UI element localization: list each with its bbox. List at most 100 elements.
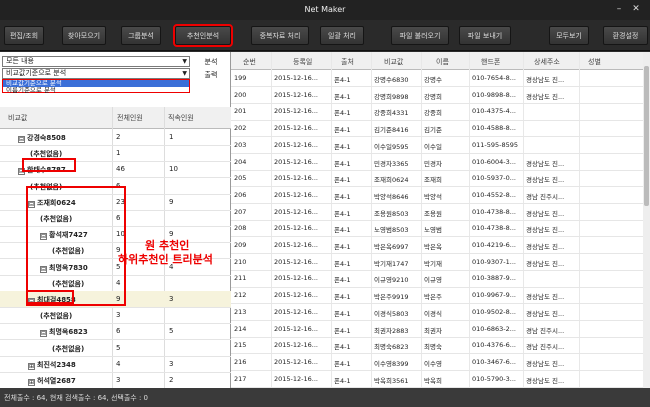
table-row[interactable]: 214 2015-12-16... 폰4-1 최권자2883 최권자 010-6863-2… bbox=[231, 321, 643, 338]
file-export-button[interactable]: 파일 보내기 bbox=[459, 26, 511, 45]
scroll-thumb[interactable] bbox=[644, 66, 649, 206]
chevron-down-icon: ▼ bbox=[182, 70, 187, 77]
cell-name: 강명수 bbox=[424, 76, 442, 84]
grid-col-gender[interactable]: 성별 bbox=[588, 57, 601, 67]
print-button[interactable]: 출력 bbox=[193, 69, 229, 81]
grid-col-address[interactable]: 상세주소 bbox=[534, 57, 560, 67]
tree-total-count: 46 bbox=[116, 165, 125, 174]
table-row[interactable]: 216 2015-12-16... 폰4-1 이수영8399 이수영 010-3467-6… bbox=[231, 354, 643, 372]
file-import-button[interactable]: 파일 불러오기 bbox=[391, 26, 449, 45]
dropdown-option-name[interactable]: 이름기준으로 분석 bbox=[3, 87, 189, 94]
table-row[interactable]: 211 2015-12-16... 폰4-1 이규영9210 이규영 010-3887-9… bbox=[231, 270, 643, 288]
duplicate-process-button[interactable]: 중복자료 처리 bbox=[251, 26, 309, 45]
cell-seq: 212 bbox=[234, 291, 247, 300]
tree-node-text: 허석열2687 bbox=[37, 377, 76, 385]
tree-col-direct[interactable]: 직속인원 bbox=[168, 113, 194, 123]
table-row[interactable]: 215 2015-12-16... 폰4-1 최명숙6823 최명숙 010-4376-6… bbox=[231, 337, 643, 355]
highlight-root-referrer bbox=[22, 158, 76, 172]
table-row[interactable]: 210 2015-12-16... 폰4-1 박기재1747 박기재 010-9307-1… bbox=[231, 254, 643, 271]
collapse-icon[interactable]: ⊟ bbox=[40, 330, 47, 338]
tree-node-label: ⊟ 강경숙8508 bbox=[18, 133, 66, 143]
table-row[interactable]: 207 2015-12-16... 폰4-1 조용원8503 조용원 010-4738-8… bbox=[231, 204, 643, 221]
group-analysis-button[interactable]: 그룹분석 bbox=[121, 26, 161, 45]
grid-col-phone[interactable]: 핸드폰 bbox=[481, 57, 500, 67]
cell-name: 이경식 bbox=[424, 309, 442, 318]
cell-name: 강명희 bbox=[424, 92, 442, 101]
highlight-sub-referrer bbox=[26, 290, 74, 304]
cell-name: 최권자 bbox=[424, 326, 442, 335]
close-icon[interactable]: ✕ bbox=[629, 3, 643, 16]
cell-seq: 202 bbox=[234, 124, 247, 133]
grid-col-seq[interactable]: 순번 bbox=[243, 57, 256, 67]
grid-header: 순번 등록일 출처 비교값 이름 핸드폰 상세주소 성별 bbox=[231, 52, 650, 70]
cell-phone: 010-9307-1... bbox=[472, 257, 516, 266]
status-text: 전체출수 : 64, 현재 검색출수 : 64, 선택출수 : 0 bbox=[4, 394, 148, 402]
cell-name: 강중희 bbox=[424, 109, 442, 118]
cell-compare: 박은주9919 bbox=[374, 293, 409, 302]
collapse-icon[interactable]: ⊟ bbox=[18, 136, 25, 143]
cell-date: 2015-12-16... bbox=[274, 257, 318, 266]
cell-phone: 010-5937-0... bbox=[472, 174, 516, 183]
cell-seq: 205 bbox=[234, 174, 247, 183]
tree-direct-count: 10 bbox=[169, 165, 178, 174]
cell-phone: 010-4375-4... bbox=[472, 107, 516, 116]
table-row[interactable]: 213 2015-12-16... 폰4-1 이경식5803 이경식 010-9502-8… bbox=[231, 304, 643, 321]
cell-address: 경상남도 진... bbox=[526, 243, 565, 251]
cell-source: 폰4-1 bbox=[334, 92, 351, 101]
table-row[interactable]: 202 2015-12-16... 폰4-1 김기준8416 김기준 010-4588-8… bbox=[231, 120, 643, 138]
cell-name: 김기준 bbox=[424, 126, 442, 135]
cell-source: 폰4-1 bbox=[334, 309, 351, 318]
cell-phone: 010-9502-8... bbox=[472, 307, 516, 316]
show-all-button[interactable]: 모두보기 bbox=[549, 26, 589, 45]
tree-node-text: 최명옥6823 bbox=[49, 328, 88, 337]
cell-compare: 조재희0624 bbox=[374, 176, 409, 185]
cell-compare: 최권자2883 bbox=[374, 326, 409, 335]
minimize-icon[interactable]: – bbox=[612, 3, 626, 16]
cell-address: 경남 진주시... bbox=[526, 192, 565, 201]
tree-row[interactable]: (추천없음) 3 bbox=[0, 307, 231, 325]
table-row[interactable]: 206 2015-12-16... 폰4-1 박양석8646 박양석 010-4552-8… bbox=[231, 187, 643, 205]
analyze-button[interactable]: 분석 bbox=[193, 56, 229, 68]
cell-name: 노영범 bbox=[424, 226, 442, 235]
grid-col-compare[interactable]: 비교값 bbox=[384, 57, 403, 67]
tree-row[interactable]: ⊟ 강경숙8508 2 1 bbox=[0, 129, 231, 146]
cell-address: 경상남도 진... bbox=[526, 293, 565, 302]
cell-source: 폰4-1 bbox=[334, 226, 351, 235]
grid-col-date[interactable]: 등록일 bbox=[293, 57, 312, 67]
analysis-mode-select[interactable]: 비교값기준으로 분석 ▼ bbox=[2, 68, 190, 79]
content-filter-select[interactable]: 모든 내용 ▼ bbox=[2, 56, 190, 67]
table-row[interactable]: 203 2015-12-16... 폰4-1 이수일9595 이수일 011-595-85… bbox=[231, 137, 643, 154]
table-row[interactable]: 200 2015-12-16... 폰4-1 강명희9898 강명희 010-9898-8… bbox=[231, 87, 643, 104]
table-row[interactable]: 208 2015-12-16... 폰4-1 노영범8503 노영범 010-4738-8… bbox=[231, 220, 643, 238]
cell-date: 2015-12-16... bbox=[274, 241, 318, 249]
dropdown-option-compare[interactable]: 비교값기준으로 분석 bbox=[3, 80, 189, 87]
tree-total-count: 3 bbox=[116, 376, 121, 384]
edit-view-button[interactable]: 편집/조회 bbox=[4, 26, 44, 45]
table-row[interactable]: 217 2015-12-16... 폰4-1 박옥희3561 박옥희 010-5790-3… bbox=[231, 371, 643, 388]
table-row[interactable]: 209 2015-12-16... 폰4-1 박은옥6997 박은옥 010-4219-6… bbox=[231, 237, 643, 255]
referrer-analysis-button[interactable]: 추천인분석 bbox=[173, 24, 233, 47]
grid-col-source[interactable]: 출처 bbox=[341, 57, 354, 67]
expand-icon[interactable]: ⊞ bbox=[28, 379, 35, 386]
tree-direct-count: 3 bbox=[169, 295, 174, 303]
tree-row[interactable]: ⊞ 허석열2687 3 2 bbox=[0, 372, 231, 389]
batch-process-button[interactable]: 일괄 처리 bbox=[320, 26, 364, 45]
tree-row[interactable]: (추천없음) 5 bbox=[0, 340, 231, 357]
tree-col-compare[interactable]: 비교값 bbox=[8, 113, 27, 123]
cell-seq: 203 bbox=[234, 140, 247, 149]
expand-icon[interactable]: ⊞ bbox=[28, 362, 35, 370]
table-row[interactable]: 201 2015-12-16... 폰4-1 강중희4331 강중희 010-4375-4… bbox=[231, 103, 643, 121]
table-row[interactable]: 204 2015-12-16... 폰4-1 민경자3365 민경자 010-6004-3… bbox=[231, 154, 643, 171]
table-row[interactable]: 205 2015-12-16... 폰4-1 조재희0624 조재희 010-5937-0… bbox=[231, 170, 643, 188]
settings-button[interactable]: 환경설정 bbox=[603, 26, 648, 45]
table-row[interactable]: 212 2015-12-16... 폰4-1 박은주9919 박은주 010-9967-9… bbox=[231, 287, 643, 305]
tree-col-total[interactable]: 전체인원 bbox=[117, 113, 143, 123]
tree-row[interactable]: ⊟ 최명옥6823 6 5 bbox=[0, 323, 231, 341]
cell-compare: 강중희4331 bbox=[374, 109, 409, 118]
cell-compare: 박은옥6997 bbox=[374, 243, 409, 251]
find-collect-button[interactable]: 찾아모으기 bbox=[62, 26, 106, 45]
grid-col-name[interactable]: 이름 bbox=[436, 57, 449, 67]
tree-row[interactable]: ⊞ 최진석2348 4 3 bbox=[0, 356, 231, 373]
table-row[interactable]: 199 2015-12-16... 폰4-1 강명수6830 강명수 010-7654-8… bbox=[231, 70, 643, 88]
grid-scrollbar[interactable] bbox=[643, 52, 650, 388]
